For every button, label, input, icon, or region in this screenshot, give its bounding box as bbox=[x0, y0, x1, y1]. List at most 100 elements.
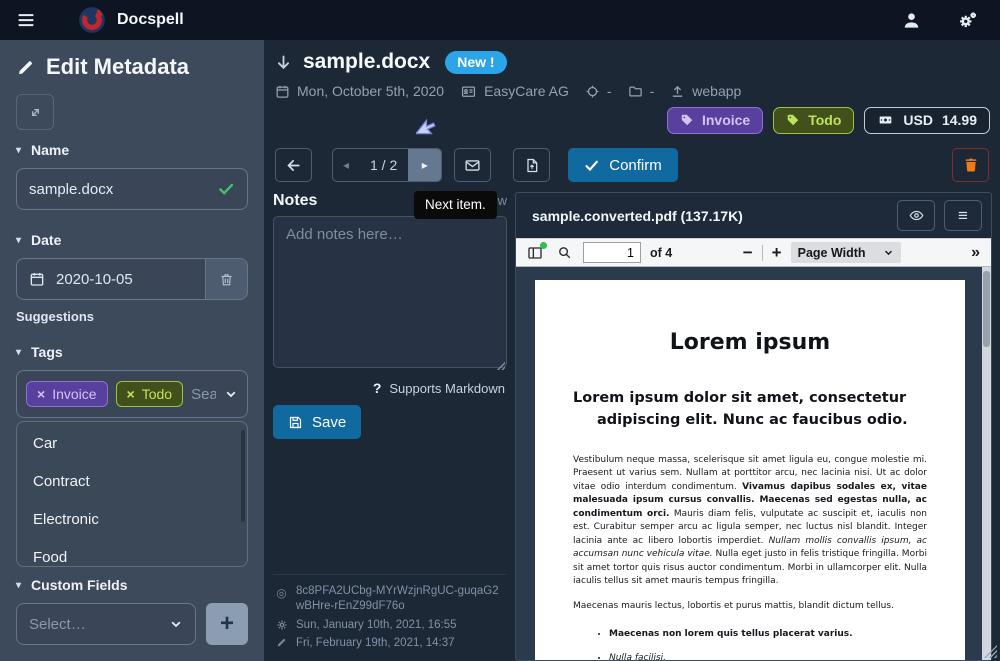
settings-cogs-icon[interactable] bbox=[957, 10, 978, 31]
remove-tag-icon[interactable]: × bbox=[127, 386, 135, 402]
pdf-page-input[interactable] bbox=[583, 242, 641, 263]
trash-icon bbox=[219, 272, 234, 287]
trash-icon bbox=[963, 157, 979, 173]
next-item-button[interactable]: ▸ bbox=[408, 149, 441, 181]
chevron-down-icon bbox=[169, 617, 183, 631]
tag-icon bbox=[680, 113, 694, 127]
pdf-scrollbar[interactable] bbox=[982, 267, 991, 660]
chevron-down-icon bbox=[883, 247, 894, 258]
date-input[interactable]: 2020-10-05 bbox=[16, 258, 206, 300]
tags-multiselect[interactable]: × Invoice × Todo Search… bbox=[16, 370, 248, 418]
arrow-left-icon bbox=[285, 157, 302, 174]
save-notes-button[interactable]: Save bbox=[273, 405, 361, 439]
notification-dot bbox=[540, 242, 547, 249]
prev-item-button[interactable]: ◂ bbox=[333, 149, 359, 181]
preview-eye-button[interactable] bbox=[897, 200, 935, 231]
clear-date-button[interactable] bbox=[206, 258, 248, 300]
toolbar-divider bbox=[762, 245, 763, 261]
pencil-icon bbox=[16, 58, 35, 77]
chevron-down-icon[interactable] bbox=[224, 387, 238, 401]
item-toolbar: ◂ 1 / 2 ▸ Confirm bbox=[273, 148, 992, 182]
attachment-title: sample.converted.pdf (137.17K) bbox=[532, 208, 888, 224]
tag-option[interactable]: Electronic bbox=[17, 501, 247, 539]
section-date[interactable]: ▾ Date bbox=[16, 232, 248, 248]
notes-textarea[interactable] bbox=[273, 216, 507, 368]
confirm-button[interactable]: Confirm bbox=[568, 148, 678, 182]
expand-sidebar-button[interactable] bbox=[16, 94, 54, 130]
top-navbar: Docspell bbox=[0, 0, 1000, 40]
zoom-in-icon[interactable]: + bbox=[772, 243, 782, 263]
pdf-bullet: Maecenas non lorem quis tellus placerat … bbox=[609, 628, 927, 641]
edit-metadata-sidebar: Edit Metadata ▾ Name sample.docx ▾ Date … bbox=[0, 40, 264, 661]
custom-field-select[interactable]: Select… bbox=[16, 603, 196, 645]
item-id: 8c8PFA2UCbg-MYrWzjnRgUC-guqaG2wBHre-rEnZ… bbox=[296, 584, 505, 615]
section-custom-fields[interactable]: ▾ Custom Fields bbox=[16, 577, 248, 593]
zoom-out-icon[interactable]: − bbox=[743, 243, 753, 263]
hamburger-menu-icon[interactable] bbox=[16, 10, 36, 30]
tag-badge-todo[interactable]: Todo bbox=[773, 107, 854, 134]
section-tags[interactable]: ▾ Tags bbox=[16, 344, 248, 360]
upload-icon bbox=[670, 84, 685, 99]
tag-badge-invoice[interactable]: Invoice bbox=[667, 107, 763, 134]
attachment-panel: sample.converted.pdf (137.17K) ≡ bbox=[515, 192, 992, 661]
crosshair-icon bbox=[585, 84, 600, 99]
tag-chip-todo[interactable]: × Todo bbox=[116, 381, 184, 407]
remove-tag-icon[interactable]: × bbox=[37, 386, 45, 402]
caret-down-icon: ▾ bbox=[16, 145, 21, 156]
pdf-zoom-select[interactable]: Page Width bbox=[791, 242, 901, 263]
pdf-viewport[interactable]: Lorem ipsum Lorem ipsum dolor sit amet, … bbox=[516, 267, 991, 660]
pdf-sidebar-toggle-icon[interactable] bbox=[525, 243, 545, 263]
item-title: sample.docx bbox=[303, 50, 430, 74]
pdf-search-icon[interactable] bbox=[554, 243, 574, 263]
pdf-paragraph: Maecenas mauris lectus, lobortis et puru… bbox=[573, 600, 927, 614]
folder-icon bbox=[628, 84, 643, 99]
dropdown-scrollbar[interactable] bbox=[241, 430, 245, 522]
caret-down-icon: ▾ bbox=[16, 347, 21, 358]
floppy-disk-icon bbox=[288, 415, 303, 430]
next-item-tooltip: Next item. bbox=[414, 191, 497, 219]
docspell-logo bbox=[78, 6, 106, 34]
section-name[interactable]: ▾ Name bbox=[16, 142, 248, 158]
user-icon[interactable] bbox=[902, 11, 921, 30]
pdf-scrollbar-thumb[interactable] bbox=[983, 271, 990, 347]
tag-option[interactable]: Contract bbox=[17, 463, 247, 501]
app-brand[interactable]: Docspell bbox=[78, 6, 184, 34]
app-title: Docspell bbox=[117, 11, 184, 29]
mail-button[interactable] bbox=[454, 148, 491, 182]
sidebar-title: Edit Metadata bbox=[46, 54, 189, 80]
markdown-hint[interactable]: Supports Markdown bbox=[389, 381, 505, 396]
calendar-icon bbox=[275, 84, 290, 99]
back-button[interactable] bbox=[275, 148, 312, 182]
circle-dot-icon: ◎ bbox=[275, 585, 288, 601]
add-file-button[interactable] bbox=[513, 148, 550, 182]
mouse-cursor bbox=[416, 116, 438, 138]
item-folder[interactable]: - bbox=[628, 83, 655, 99]
item-concerning[interactable]: - bbox=[585, 83, 612, 99]
add-custom-field-button[interactable]: + bbox=[206, 603, 248, 645]
pdf-paragraph: Vestibulum neque massa, scelerisque sit … bbox=[573, 454, 927, 589]
pdf-page: Lorem ipsum Lorem ipsum dolor sit amet, … bbox=[535, 280, 965, 660]
caret-down-icon: ▾ bbox=[16, 580, 21, 591]
pdf-more-tools-icon[interactable]: » bbox=[971, 244, 982, 262]
pdf-doc-title: Lorem ipsum bbox=[573, 330, 927, 355]
item-correspondent[interactable]: EasyCare AG bbox=[460, 83, 569, 99]
plus-icon: + bbox=[220, 610, 234, 638]
calendar-icon bbox=[29, 271, 45, 287]
question-icon: ? bbox=[373, 380, 382, 396]
pencil-icon bbox=[275, 637, 288, 648]
item-pager: ◂ 1 / 2 ▸ bbox=[332, 148, 442, 182]
amount-badge[interactable]: USD 14.99 bbox=[864, 107, 990, 134]
new-badge[interactable]: New ! bbox=[445, 51, 506, 74]
check-icon bbox=[584, 158, 599, 173]
tag-option[interactable]: Food bbox=[17, 539, 247, 567]
attachment-menu-button[interactable]: ≡ bbox=[944, 200, 982, 231]
item-source: webapp bbox=[670, 83, 741, 99]
tag-search-placeholder: Search… bbox=[191, 386, 216, 403]
file-upload-icon bbox=[524, 157, 540, 174]
envelope-icon bbox=[464, 157, 481, 174]
item-detail-main: sample.docx New ! Mon, October 5th, 2020… bbox=[264, 40, 1000, 661]
delete-item-button[interactable] bbox=[952, 148, 989, 182]
tag-option[interactable]: Car bbox=[17, 425, 247, 463]
name-input[interactable]: sample.docx bbox=[16, 168, 248, 210]
tag-chip-invoice[interactable]: × Invoice bbox=[26, 381, 108, 407]
